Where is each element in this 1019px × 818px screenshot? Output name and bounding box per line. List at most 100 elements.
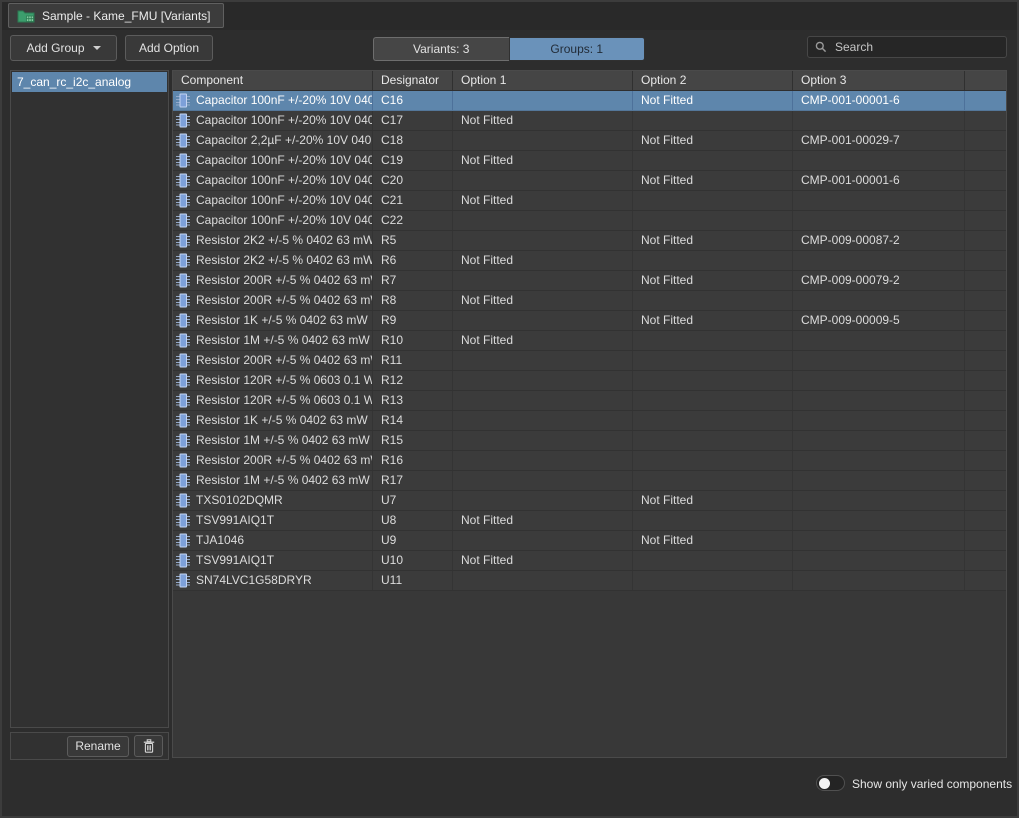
option2-cell[interactable] <box>633 251 793 270</box>
option1-cell[interactable]: Not Fitted <box>453 511 633 530</box>
option3-cell[interactable] <box>793 351 965 370</box>
option3-cell[interactable]: CMP-001-00029-7 <box>793 131 965 150</box>
option1-cell[interactable] <box>453 131 633 150</box>
column-header-option1[interactable]: Option 1 <box>453 71 633 90</box>
option3-cell[interactable] <box>793 191 965 210</box>
column-header-option2[interactable]: Option 2 <box>633 71 793 90</box>
option2-cell[interactable] <box>633 371 793 390</box>
option1-cell[interactable] <box>453 391 633 410</box>
table-row[interactable]: Capacitor 100nF +/-20% 10V 0402C22 <box>173 211 1006 231</box>
option2-cell[interactable] <box>633 571 793 590</box>
add-group-button[interactable]: Add Group <box>10 35 117 61</box>
option1-cell[interactable] <box>453 531 633 550</box>
option3-cell[interactable]: CMP-009-00009-5 <box>793 311 965 330</box>
option3-cell[interactable] <box>793 211 965 230</box>
option3-cell[interactable] <box>793 111 965 130</box>
option1-cell[interactable] <box>453 431 633 450</box>
table-row[interactable]: Resistor 2K2 +/-5 % 0402 63 mWR6Not Fitt… <box>173 251 1006 271</box>
option3-cell[interactable] <box>793 371 965 390</box>
table-row[interactable]: Capacitor 100nF +/-20% 10V 0402C19Not Fi… <box>173 151 1006 171</box>
option2-cell[interactable] <box>633 391 793 410</box>
option3-cell[interactable]: CMP-009-00087-2 <box>793 231 965 250</box>
table-row[interactable]: Resistor 1M +/-5 % 0402 63 mWR15 <box>173 431 1006 451</box>
option1-cell[interactable]: Not Fitted <box>453 251 633 270</box>
group-list-item[interactable]: 7_can_rc_i2c_analog <box>12 72 167 92</box>
show-varied-toggle[interactable] <box>816 775 845 791</box>
option3-cell[interactable] <box>793 331 965 350</box>
table-row[interactable]: Capacitor 100nF +/-20% 10V 0402C20Not Fi… <box>173 171 1006 191</box>
option3-cell[interactable] <box>793 511 965 530</box>
option3-cell[interactable] <box>793 391 965 410</box>
table-row[interactable]: TSV991AIQ1TU10Not Fitted <box>173 551 1006 571</box>
option3-cell[interactable] <box>793 151 965 170</box>
option2-cell[interactable]: Not Fitted <box>633 171 793 190</box>
table-row[interactable]: Resistor 2K2 +/-5 % 0402 63 mWR5Not Fitt… <box>173 231 1006 251</box>
table-row[interactable]: Resistor 200R +/-5 % 0402 63 mWR7Not Fit… <box>173 271 1006 291</box>
rename-button[interactable]: Rename <box>67 736 129 757</box>
option1-cell[interactable]: Not Fitted <box>453 191 633 210</box>
option3-cell[interactable]: CMP-009-00079-2 <box>793 271 965 290</box>
table-row[interactable]: Resistor 200R +/-5 % 0402 63 mWR8Not Fit… <box>173 291 1006 311</box>
variants-tab[interactable]: Variants: 3 <box>373 37 509 61</box>
option1-cell[interactable] <box>453 351 633 370</box>
table-row[interactable]: Capacitor 100nF +/-20% 10V 0402C17Not Fi… <box>173 111 1006 131</box>
option3-cell[interactable] <box>793 431 965 450</box>
option1-cell[interactable] <box>453 411 633 430</box>
option2-cell[interactable] <box>633 451 793 470</box>
column-header-designator[interactable]: Designator <box>373 71 453 90</box>
option1-cell[interactable]: Not Fitted <box>453 111 633 130</box>
table-row[interactable]: Capacitor 2,2µF +/-20% 10V 0402C18Not Fi… <box>173 131 1006 151</box>
option1-cell[interactable] <box>453 491 633 510</box>
option2-cell[interactable] <box>633 111 793 130</box>
option3-cell[interactable] <box>793 531 965 550</box>
option2-cell[interactable] <box>633 471 793 490</box>
table-row[interactable]: TXS0102DQMRU7Not Fitted <box>173 491 1006 511</box>
groups-tab[interactable]: Groups: 1 <box>509 37 646 61</box>
option1-cell[interactable]: Not Fitted <box>453 331 633 350</box>
option3-cell[interactable] <box>793 411 965 430</box>
column-header-option3[interactable]: Option 3 <box>793 71 965 90</box>
column-header-component[interactable]: Component <box>173 71 373 90</box>
table-row[interactable]: TJA1046U9Not Fitted <box>173 531 1006 551</box>
table-row[interactable]: Resistor 120R +/-5 % 0603 0.1 WR12 <box>173 371 1006 391</box>
option2-cell[interactable] <box>633 411 793 430</box>
table-row[interactable]: SN74LVC1G58DRYRU11 <box>173 571 1006 591</box>
option3-cell[interactable] <box>793 571 965 590</box>
option1-cell[interactable] <box>453 271 633 290</box>
option3-cell[interactable]: CMP-001-00001-6 <box>793 91 965 110</box>
table-row[interactable]: Resistor 1M +/-5 % 0402 63 mWR10Not Fitt… <box>173 331 1006 351</box>
option2-cell[interactable] <box>633 151 793 170</box>
option3-cell[interactable] <box>793 251 965 270</box>
option2-cell[interactable] <box>633 431 793 450</box>
table-row[interactable]: Capacitor 100nF +/-20% 10V 0402C16Not Fi… <box>173 91 1006 111</box>
document-tab[interactable]: Sample - Kame_FMU [Variants] <box>8 3 224 28</box>
option2-cell[interactable] <box>633 211 793 230</box>
option1-cell[interactable]: Not Fitted <box>453 151 633 170</box>
option1-cell[interactable] <box>453 571 633 590</box>
option2-cell[interactable] <box>633 551 793 570</box>
table-row[interactable]: Capacitor 100nF +/-20% 10V 0402C21Not Fi… <box>173 191 1006 211</box>
option2-cell[interactable] <box>633 331 793 350</box>
option1-cell[interactable] <box>453 211 633 230</box>
option3-cell[interactable] <box>793 551 965 570</box>
table-row[interactable]: Resistor 1K +/-5 % 0402 63 mWR14 <box>173 411 1006 431</box>
option1-cell[interactable]: Not Fitted <box>453 551 633 570</box>
table-row[interactable]: Resistor 200R +/-5 % 0402 63 mWR11 <box>173 351 1006 371</box>
add-option-button[interactable]: Add Option <box>125 35 213 61</box>
option1-cell[interactable] <box>453 471 633 490</box>
option2-cell[interactable] <box>633 291 793 310</box>
table-row[interactable]: Resistor 1M +/-5 % 0402 63 mWR17 <box>173 471 1006 491</box>
option1-cell[interactable] <box>453 171 633 190</box>
delete-group-button[interactable] <box>134 735 163 757</box>
option3-cell[interactable]: CMP-001-00001-6 <box>793 171 965 190</box>
table-row[interactable]: Resistor 1K +/-5 % 0402 63 mWR9Not Fitte… <box>173 311 1006 331</box>
table-row[interactable]: Resistor 200R +/-5 % 0402 63 mWR16 <box>173 451 1006 471</box>
option1-cell[interactable] <box>453 451 633 470</box>
option2-cell[interactable]: Not Fitted <box>633 311 793 330</box>
option2-cell[interactable]: Not Fitted <box>633 131 793 150</box>
option1-cell[interactable]: Not Fitted <box>453 291 633 310</box>
option1-cell[interactable] <box>453 91 633 110</box>
option3-cell[interactable] <box>793 471 965 490</box>
search-input[interactable] <box>833 39 999 55</box>
option3-cell[interactable] <box>793 291 965 310</box>
